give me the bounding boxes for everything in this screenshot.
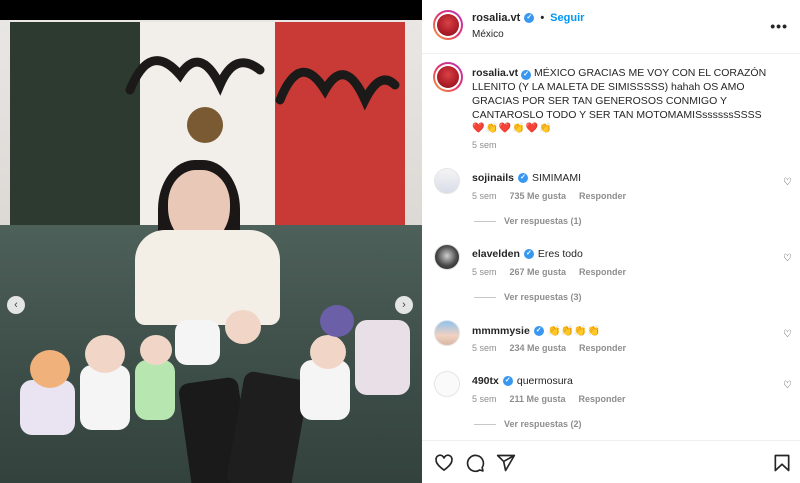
- doll-head: [310, 335, 346, 369]
- post-location[interactable]: México: [472, 29, 504, 40]
- comment-likes[interactable]: 211 Me gusta: [510, 394, 566, 404]
- verified-icon: ✓: [523, 249, 534, 259]
- doll: [80, 365, 130, 430]
- post-caption: rosalia.vt ✓ MÉXICO GRACIAS ME VOY CON E…: [472, 66, 787, 136]
- flag-lettering-graphic: [125, 56, 400, 143]
- commenter-avatar[interactable]: [434, 244, 460, 270]
- verified-icon: ✓: [518, 173, 529, 183]
- chevron-right-icon[interactable]: ›: [395, 296, 413, 314]
- comment-time[interactable]: 5 sem: [472, 394, 497, 404]
- follow-button[interactable]: Seguir: [550, 12, 584, 24]
- doll-head: [225, 310, 261, 344]
- doll-head: [140, 335, 172, 365]
- comment-username[interactable]: sojinails: [472, 172, 514, 184]
- verified-icon: ✓: [502, 376, 513, 386]
- commenter-avatar[interactable]: [434, 168, 460, 194]
- view-replies-label: Ver respuestas (3): [504, 292, 582, 302]
- comment-meta: 5 sem 234 Me gusta Responder: [472, 343, 626, 353]
- comment-text: quermosura: [516, 375, 573, 387]
- comment-text-row: sojinails ✓ SIMIMAMI: [472, 172, 581, 184]
- post-header: rosalia.vt ✓ • Seguir México •••: [422, 0, 800, 54]
- comment-time[interactable]: 5 sem: [472, 267, 497, 277]
- post-panel: rosalia.vt ✓ • Seguir México ••• rosalia…: [422, 0, 800, 483]
- comment-time[interactable]: 5 sem: [472, 191, 497, 201]
- commenter-avatar[interactable]: [434, 320, 460, 346]
- verified-icon: ✓: [521, 70, 532, 80]
- doll: [355, 320, 410, 395]
- comment-text-row: mmmmysie ✓ 👏👏👏👏: [472, 324, 601, 338]
- comment-likes[interactable]: 234 Me gusta: [510, 343, 567, 353]
- comment-text-row: 490tx ✓ quermosura: [472, 375, 573, 387]
- verified-icon: ✓: [524, 13, 535, 23]
- person-top: [135, 230, 280, 325]
- heart-icon[interactable]: ♡: [783, 253, 792, 264]
- share-icon[interactable]: [496, 453, 516, 473]
- doll: [175, 320, 220, 365]
- doll-head: [85, 335, 125, 373]
- reply-button[interactable]: Responder: [579, 191, 626, 201]
- comment-likes[interactable]: 735 Me gusta: [510, 191, 567, 201]
- comment-text: Eres todo: [537, 248, 583, 260]
- doll-head: [320, 305, 354, 337]
- comment-likes[interactable]: 267 Me gusta: [510, 267, 567, 277]
- comment-icon[interactable]: [465, 453, 485, 473]
- caption-username[interactable]: rosalia.vt: [472, 67, 518, 79]
- action-bar: [422, 440, 800, 483]
- doll: [135, 360, 175, 420]
- chevron-left-icon[interactable]: ‹: [7, 296, 25, 314]
- comment-username[interactable]: mmmmysie: [472, 325, 530, 337]
- heart-icon[interactable]: ♡: [783, 177, 792, 188]
- reply-button[interactable]: Responder: [579, 343, 626, 353]
- author-avatar[interactable]: [433, 10, 463, 40]
- comment-username[interactable]: elavelden: [472, 248, 520, 260]
- doll-head: [30, 350, 70, 388]
- separator-dot: •: [540, 12, 545, 24]
- view-replies-button[interactable]: Ver respuestas (3): [474, 292, 582, 302]
- comment-meta: 5 sem 267 Me gusta Responder: [472, 267, 626, 277]
- view-replies-label: Ver respuestas (2): [504, 419, 582, 429]
- comment-text: SIMIMAMI: [532, 172, 582, 184]
- reply-button[interactable]: Responder: [579, 394, 626, 404]
- heart-icon[interactable]: [434, 453, 454, 473]
- comment-meta: 5 sem 735 Me gusta Responder: [472, 191, 626, 201]
- caption-emojis: ❤️👏❤️👏❤️👏: [472, 123, 553, 134]
- verified-icon: ✓: [533, 325, 544, 336]
- bookmark-icon[interactable]: [772, 453, 792, 473]
- comment-username[interactable]: 490tx: [472, 375, 499, 387]
- doll: [20, 380, 75, 435]
- comment-meta: 5 sem 211 Me gusta Responder: [472, 394, 626, 404]
- caption-time[interactable]: 5 sem: [472, 140, 497, 150]
- view-replies-button[interactable]: Ver respuestas (2): [474, 419, 582, 429]
- comment-text: 👏👏👏👏: [547, 325, 601, 337]
- replies-divider: [474, 423, 496, 425]
- post-photo: ‹ ›: [0, 20, 422, 483]
- author-username[interactable]: rosalia.vt: [472, 12, 520, 24]
- replies-divider: [474, 296, 496, 298]
- heart-icon[interactable]: ♡: [783, 329, 792, 340]
- heart-icon[interactable]: ♡: [783, 380, 792, 391]
- doll: [300, 360, 350, 420]
- commenter-avatar[interactable]: [434, 371, 460, 397]
- reply-button[interactable]: Responder: [579, 267, 626, 277]
- comment-text-row: elavelden ✓ Eres todo: [472, 248, 583, 260]
- view-replies-label: Ver respuestas (1): [504, 216, 582, 226]
- replies-divider: [474, 220, 496, 222]
- author-row: rosalia.vt ✓ • Seguir: [472, 12, 584, 24]
- more-options-icon[interactable]: •••: [770, 18, 788, 34]
- view-replies-button[interactable]: Ver respuestas (1): [474, 216, 582, 226]
- caption-avatar[interactable]: [433, 62, 463, 92]
- comment-time[interactable]: 5 sem: [472, 343, 497, 353]
